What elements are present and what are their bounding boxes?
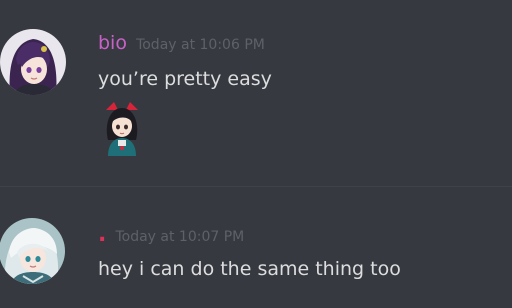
username[interactable]: bio: [98, 32, 127, 54]
purple-haired-anime-avatar-icon: [0, 29, 66, 95]
message-group: . Today at 10:07 PM hey i can do the sam…: [0, 188, 512, 308]
message-header: . Today at 10:07 PM: [98, 222, 244, 247]
timestamp[interactable]: Today at 10:07 PM: [115, 229, 244, 245]
message-text: you’re pretty easy: [98, 68, 272, 90]
username[interactable]: .: [98, 222, 106, 247]
anime-girl-emote-icon: [100, 100, 144, 156]
user-avatar[interactable]: [0, 218, 65, 284]
message-group: bio Today at 10:06 PM you’re pretty easy: [0, 0, 512, 188]
message-emote[interactable]: [100, 100, 144, 156]
message-text: hey i can do the same thing too: [98, 258, 401, 280]
message-header: bio Today at 10:06 PM: [98, 32, 265, 54]
chat-message-list: bio Today at 10:06 PM you’re pretty easy: [0, 0, 512, 308]
timestamp[interactable]: Today at 10:06 PM: [136, 37, 265, 53]
user-avatar[interactable]: [0, 29, 66, 95]
white-haired-anime-avatar-icon: [0, 218, 65, 284]
message-divider: [0, 186, 512, 187]
